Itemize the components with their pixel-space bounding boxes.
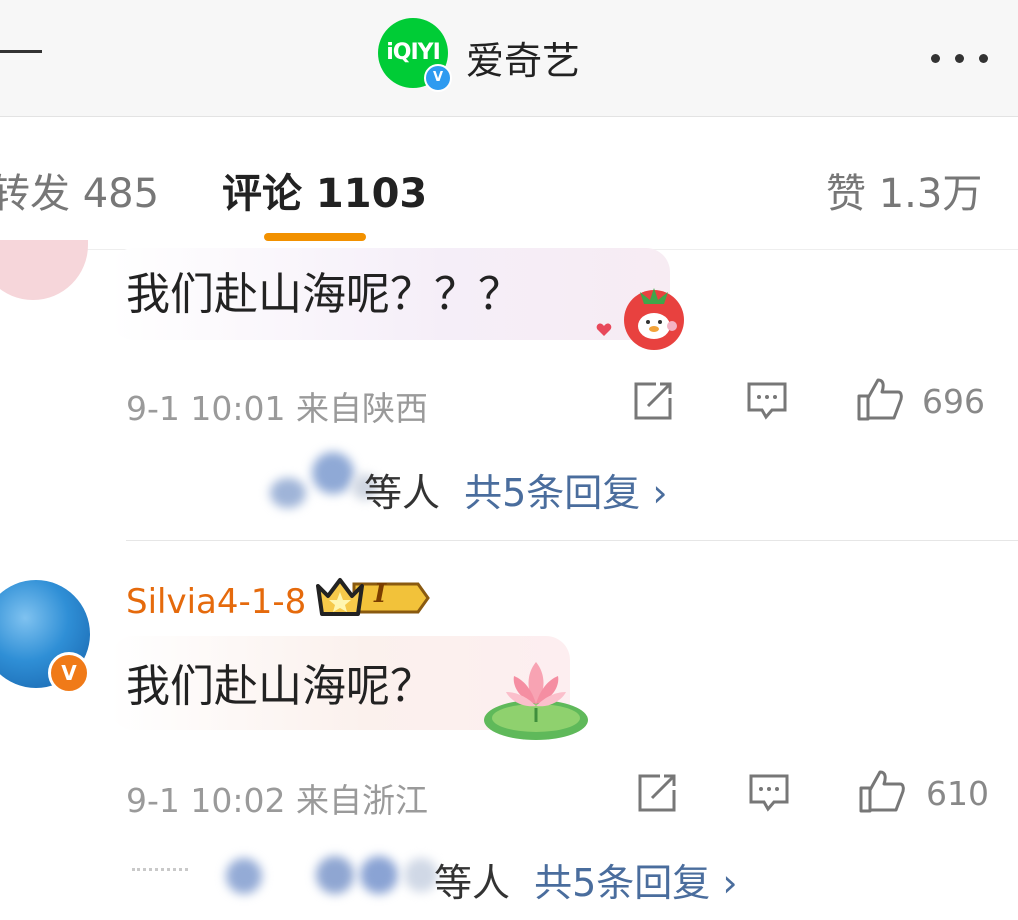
comment-text: 我们赴山海呢？？？ xyxy=(126,269,522,320)
tab-bar: 转发 485 评论 1103 赞 1.3万 xyxy=(0,117,1018,250)
reply-users: 等人 xyxy=(364,471,441,515)
share-icon[interactable] xyxy=(632,380,674,422)
like-icon[interactable] xyxy=(858,768,906,814)
comment-text: 我们赴山海呢？ xyxy=(126,661,434,712)
verified-icon: V xyxy=(48,652,90,694)
comment-icon[interactable] xyxy=(748,772,790,814)
view-replies-link[interactable]: 共5条回复 › xyxy=(464,471,667,515)
more-icon[interactable] xyxy=(916,48,988,67)
blurred-avatar xyxy=(404,858,438,892)
view-replies-link[interactable]: 共5条回复 › xyxy=(534,861,737,905)
like-count: 696 xyxy=(922,382,985,421)
account-name[interactable]: 爱奇艺 xyxy=(466,30,580,85)
verified-icon: V xyxy=(424,64,452,92)
blurred-avatar xyxy=(312,452,354,494)
reply-summary[interactable]: 等人 共5条回复 › xyxy=(364,462,668,517)
top-bar: iQIYI V 爱奇艺 xyxy=(0,0,1018,117)
level-badge: I xyxy=(374,579,387,609)
avatar[interactable] xyxy=(0,240,88,300)
like-icon[interactable] xyxy=(856,376,904,422)
active-tab-indicator xyxy=(264,233,366,241)
comment-bubble: 我们赴山海呢？？？ xyxy=(110,248,670,340)
blurred-avatar xyxy=(226,858,262,894)
tab-reposts[interactable]: 转发 485 xyxy=(0,161,159,219)
strawberry-sticker xyxy=(596,288,684,350)
menu-icon[interactable] xyxy=(0,50,42,53)
crown-badge-icon xyxy=(316,578,430,616)
tab-likes[interactable]: 赞 1.3万 xyxy=(826,161,982,219)
reply-summary[interactable]: 等人 共5条回复 › xyxy=(434,852,738,907)
lotus-sticker xyxy=(484,662,588,740)
divider-dots xyxy=(132,868,188,871)
comment-icon[interactable] xyxy=(746,380,788,422)
comment-meta: 9-1 10:01 来自陕西 xyxy=(126,389,428,428)
tab-comments[interactable]: 评论 1103 xyxy=(222,161,427,219)
divider xyxy=(126,540,1018,541)
blurred-avatar xyxy=(360,856,398,894)
like-count: 610 xyxy=(926,774,989,813)
comment-meta: 9-1 10:02 来自浙江 xyxy=(126,781,428,820)
username[interactable]: Silvia4-1-8 xyxy=(126,582,306,622)
reply-users: 等人 xyxy=(434,861,511,905)
blurred-avatar xyxy=(316,856,354,894)
share-icon[interactable] xyxy=(636,772,678,814)
blurred-avatar xyxy=(270,478,306,508)
